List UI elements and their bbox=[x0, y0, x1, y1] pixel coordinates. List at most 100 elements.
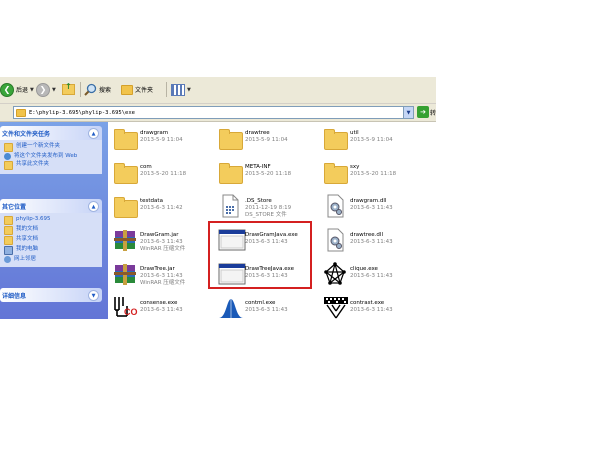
file-type: DS_STORE 文件 bbox=[245, 212, 287, 218]
details-panel-header[interactable]: 详细信息 ▼ bbox=[0, 288, 102, 302]
file-name: sxy bbox=[350, 164, 360, 170]
file-name: .DS_Store bbox=[245, 198, 272, 204]
folder-item[interactable]: testdata 2013-6-3 11:42 bbox=[109, 192, 214, 224]
views-grid-icon bbox=[171, 83, 185, 96]
winrar-archive-icon bbox=[113, 228, 137, 252]
file-item[interactable]: contrast.exe 2013-6-3 11:43 bbox=[319, 294, 424, 319]
go-label[interactable]: 转 bbox=[430, 108, 436, 117]
details-panel: 详细信息 ▼ bbox=[0, 288, 102, 302]
file-text: consense.exe 2013-6-3 11:43 bbox=[140, 300, 183, 314]
address-input[interactable]: E:\phylip-3.695\phylip-3.695\exe bbox=[13, 106, 413, 119]
document-icon bbox=[218, 194, 242, 218]
place-my-documents[interactable]: 我的文档 bbox=[4, 226, 100, 235]
chevron-down-icon: ▼ bbox=[30, 86, 34, 93]
tasks-panel-header[interactable]: 文件和文件夹任务 ▲ bbox=[0, 126, 102, 140]
file-name: drawtree bbox=[245, 130, 270, 136]
address-path: E:\phylip-3.695\phylip-3.695\exe bbox=[29, 109, 135, 116]
winrar-archive-icon bbox=[113, 262, 137, 286]
folder-item[interactable]: util 2013-5-9 11:04 bbox=[319, 124, 424, 156]
file-text: META-INF 2013-5-20 11:18 bbox=[245, 164, 291, 178]
file-date: 2013-6-3 11:43 bbox=[350, 239, 393, 245]
consense-tree-icon: CO bbox=[113, 296, 138, 319]
file-date: 2013-5-20 11:18 bbox=[245, 171, 292, 177]
search-button[interactable]: 搜索 bbox=[84, 82, 111, 97]
folder-item[interactable]: sxy 2013-5-20 11:18 bbox=[319, 158, 424, 190]
up-folder-button[interactable]: ↑ bbox=[62, 82, 75, 97]
task-pane: 文件和文件夹任务 ▲ 创建一个新文件夹 将这个文件夹发布到 Web 共享此文件夹 bbox=[0, 122, 108, 319]
file-name: META-INF bbox=[245, 164, 271, 170]
file-item[interactable]: drawtree.dll 2013-6-3 11:43 bbox=[319, 226, 424, 258]
file-name: drawtree.dll bbox=[350, 232, 383, 238]
documents-folder-icon bbox=[4, 226, 13, 235]
file-type: WinRAR 压缩文件 bbox=[140, 280, 186, 286]
globe-icon bbox=[4, 153, 11, 160]
file-item[interactable]: drawgram.dll 2013-6-3 11:43 bbox=[319, 192, 424, 224]
contml-curve-icon bbox=[218, 296, 243, 319]
place-network[interactable]: 网上邻居 bbox=[4, 256, 100, 263]
folder-icon bbox=[121, 84, 133, 95]
address-dropdown-button[interactable]: ▼ bbox=[403, 106, 414, 119]
place-phylip[interactable]: phylip-3.695 bbox=[4, 216, 100, 225]
shared-folder-icon bbox=[4, 236, 13, 245]
places-panel-header[interactable]: 其它位置 ▲ bbox=[0, 199, 102, 213]
places-panel-body: phylip-3.695 我的文档 共享文档 我的电脑 网上邻居 bbox=[0, 213, 102, 267]
file-text: com 2013-5-20 11:18 bbox=[140, 164, 186, 178]
collapse-chevron-icon[interactable]: ▲ bbox=[88, 201, 99, 212]
share-folder-icon bbox=[4, 161, 13, 170]
file-text: sxy 2013-5-20 11:18 bbox=[350, 164, 396, 178]
toolbar: ❮ 后退 ▼ ❯ ▼ ↑ 搜索 文件夹 ▼ bbox=[0, 77, 436, 104]
file-name: contrast.exe bbox=[350, 300, 385, 306]
file-item[interactable]: .DS_Store 2011-12-19 8:19 DS_STORE 文件 bbox=[214, 192, 319, 224]
file-date: 2013-5-9 11:04 bbox=[245, 137, 288, 143]
file-text: contml.exe 2013-6-3 11:43 bbox=[245, 300, 288, 314]
file-date: 2013-6-3 11:43 bbox=[140, 273, 183, 279]
place-shared-documents[interactable]: 共享文档 bbox=[4, 236, 100, 245]
file-date: 2013-6-3 11:43 bbox=[140, 307, 183, 313]
dll-gear-icon bbox=[323, 228, 347, 252]
file-date: 2011-12-19 8:19 bbox=[245, 205, 292, 211]
dll-gear-icon bbox=[323, 194, 347, 218]
back-arrow-icon: ❮ bbox=[0, 82, 14, 97]
toolbar-separator bbox=[166, 82, 167, 97]
file-date: 2013-6-3 11:43 bbox=[350, 273, 393, 279]
task-new-folder[interactable]: 创建一个新文件夹 bbox=[4, 143, 100, 152]
file-text: drawtree 2013-5-9 11:04 bbox=[245, 130, 288, 144]
network-icon bbox=[4, 256, 11, 263]
back-button[interactable]: ❮ 后退 ▼ bbox=[0, 82, 34, 97]
folders-button[interactable]: 文件夹 bbox=[121, 82, 153, 97]
file-date: 2013-6-3 11:43 bbox=[350, 307, 393, 313]
file-item[interactable]: DrawGram.jar 2013-6-3 11:43 WinRAR 压缩文件 bbox=[109, 226, 214, 258]
file-text: .DS_Store 2011-12-19 8:19 DS_STORE 文件 bbox=[245, 198, 291, 219]
expand-chevron-icon[interactable]: ▼ bbox=[88, 290, 99, 301]
file-date: 2013-6-3 11:43 bbox=[140, 239, 183, 245]
place-my-computer[interactable]: 我的电脑 bbox=[4, 246, 100, 255]
views-button[interactable]: ▼ bbox=[171, 82, 191, 97]
file-name: com bbox=[140, 164, 152, 170]
folder-item[interactable]: drawgram 2013-5-9 11:04 bbox=[109, 124, 214, 156]
go-button[interactable]: ➔ bbox=[417, 106, 429, 118]
chevron-down-icon: ▼ bbox=[406, 109, 411, 116]
task-share-folder[interactable]: 共享此文件夹 bbox=[4, 161, 100, 170]
folder-icon bbox=[4, 216, 13, 225]
file-text: drawgram.dll 2013-6-3 11:43 bbox=[350, 198, 393, 212]
folder-icon bbox=[218, 126, 243, 150]
tasks-panel: 文件和文件夹任务 ▲ 创建一个新文件夹 将这个文件夹发布到 Web 共享此文件夹 bbox=[0, 126, 102, 174]
contrast-grid-icon bbox=[323, 296, 348, 319]
file-text: drawtree.dll 2013-6-3 11:43 bbox=[350, 232, 393, 246]
clique-graph-icon bbox=[323, 262, 347, 286]
file-text: DrawTree.jar 2013-6-3 11:43 WinRAR 压缩文件 bbox=[140, 266, 185, 287]
folder-item[interactable]: drawtree 2013-5-9 11:04 bbox=[214, 124, 319, 156]
task-publish-web[interactable]: 将这个文件夹发布到 Web bbox=[4, 153, 100, 160]
folder-item[interactable]: META-INF 2013-5-20 11:18 bbox=[214, 158, 319, 190]
file-item[interactable]: contml.exe 2013-6-3 11:43 bbox=[214, 294, 319, 319]
folder-icon bbox=[113, 160, 138, 184]
tasks-panel-body: 创建一个新文件夹 将这个文件夹发布到 Web 共享此文件夹 bbox=[0, 140, 102, 174]
forward-button[interactable]: ❯ ▼ bbox=[36, 82, 56, 97]
file-item[interactable]: DrawTree.jar 2013-6-3 11:43 WinRAR 压缩文件 bbox=[109, 260, 214, 292]
file-item[interactable]: CO consense.exe 2013-6-3 11:43 bbox=[109, 294, 214, 319]
file-item[interactable]: clique.exe 2013-6-3 11:43 bbox=[319, 260, 424, 292]
folder-item[interactable]: com 2013-5-20 11:18 bbox=[109, 158, 214, 190]
collapse-chevron-icon[interactable]: ▲ bbox=[88, 128, 99, 139]
file-text: clique.exe 2013-6-3 11:43 bbox=[350, 266, 393, 280]
file-name: util bbox=[350, 130, 359, 136]
